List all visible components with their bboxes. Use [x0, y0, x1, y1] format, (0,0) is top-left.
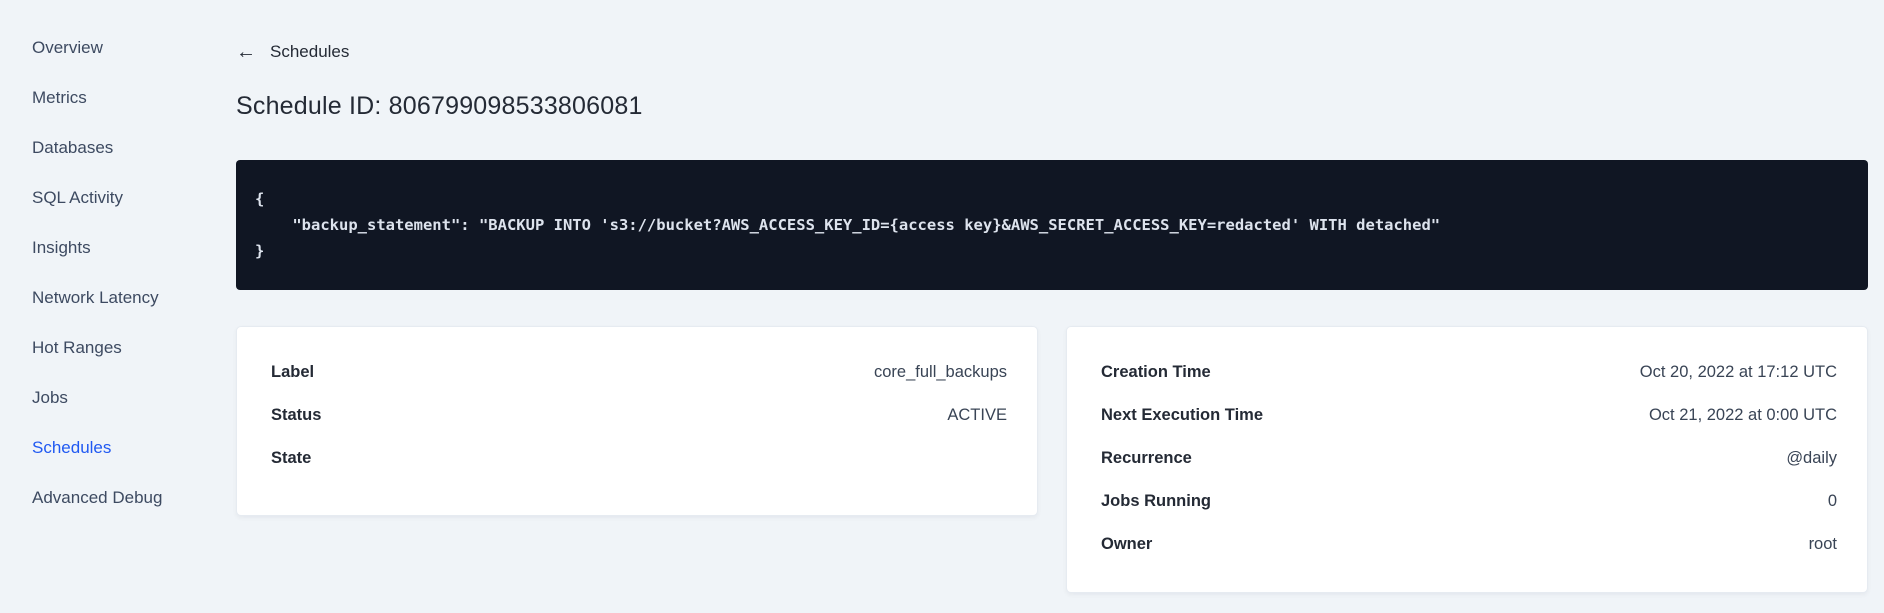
detail-row-value: core_full_backups [874, 363, 1007, 381]
detail-row-label: Status [271, 406, 322, 424]
sidebar-nav: Overview Metrics Databases SQL Activity Insi… [0, 0, 234, 613]
page-title: Schedule ID: 806799098533806081 [236, 92, 643, 120]
main-content: ← Schedules Schedule ID: 806799098533806… [236, 0, 1868, 593]
sidebar-item[interactable]: Network Latency [32, 273, 234, 323]
detail-cards-row: Label core_full_backups Status ACTIVE St… [236, 326, 1868, 593]
sidebar-item[interactable]: Databases [32, 123, 234, 173]
sidebar-item[interactable]: Overview [32, 23, 234, 73]
detail-row-value: 0 [1827, 492, 1837, 510]
sidebar-item[interactable]: Schedules [32, 423, 234, 473]
detail-row-label: Creation Time [1101, 363, 1211, 381]
detail-row-label: Label [271, 363, 315, 381]
sidebar-item[interactable]: Metrics [32, 73, 234, 123]
schedule-details-card: Label core_full_backups Status ACTIVE St… [236, 326, 1038, 516]
detail-row: Creation Time Oct 20, 2022 at 17:12 UTC [1101, 351, 1837, 394]
schedule-timing-card: Creation Time Oct 20, 2022 at 17:12 UTC … [1066, 326, 1868, 593]
code-line: "backup_statement": "BACKUP INTO 's3://b… [255, 216, 1441, 234]
detail-row: Jobs Running 0 [1101, 480, 1837, 523]
detail-row-value: Oct 20, 2022 at 17:12 UTC [1639, 363, 1837, 381]
detail-row-value: root [1808, 535, 1837, 553]
detail-row: Next Execution Time Oct 21, 2022 at 0:00… [1101, 394, 1837, 437]
code-line: } [255, 242, 265, 260]
sidebar-item[interactable]: Jobs [32, 373, 234, 423]
sidebar-item[interactable]: SQL Activity [32, 173, 234, 223]
sidebar-item[interactable]: Advanced Debug [32, 473, 234, 523]
back-link-label: Schedules [270, 42, 350, 61]
detail-row: Recurrence @daily [1101, 437, 1837, 480]
detail-row: Label core_full_backups [271, 351, 1007, 394]
detail-row-label: State [271, 449, 312, 467]
sidebar-item[interactable]: Insights [32, 223, 234, 273]
detail-row-value: @daily [1786, 449, 1837, 467]
back-arrow-icon: ← [236, 41, 256, 63]
detail-row-label: Recurrence [1101, 449, 1192, 467]
back-to-schedules-link[interactable]: ← Schedules [236, 42, 349, 62]
detail-row-label: Jobs Running [1101, 492, 1211, 510]
sidebar-item[interactable]: Hot Ranges [32, 323, 234, 373]
detail-row-label: Owner [1101, 535, 1153, 553]
detail-row-value: Oct 21, 2022 at 0:00 UTC [1648, 406, 1837, 424]
detail-row-label: Next Execution Time [1101, 406, 1263, 424]
code-line: { [255, 190, 265, 208]
detail-row: Owner root [1101, 523, 1837, 566]
detail-row: Status ACTIVE [271, 394, 1007, 437]
backup-statement-code-block: { "backup_statement": "BACKUP INTO 's3:/… [236, 160, 1868, 290]
detail-row: State [271, 437, 1007, 480]
detail-row-value: ACTIVE [947, 406, 1007, 424]
